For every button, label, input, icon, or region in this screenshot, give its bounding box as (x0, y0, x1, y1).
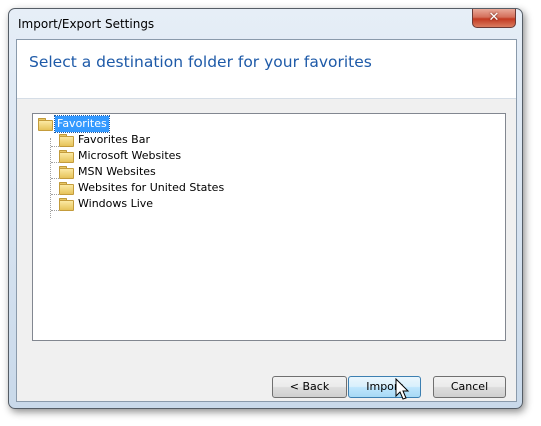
tree-connector (51, 194, 59, 195)
folder-icon (59, 166, 74, 179)
cancel-button[interactable]: Cancel (433, 376, 506, 398)
dialog-window: Import/Export Settings ✕ Select a destin… (8, 8, 523, 409)
tree-connector (51, 178, 59, 179)
folder-icon (59, 198, 74, 211)
mouse-pointer-icon (395, 378, 410, 400)
tree-connector (51, 146, 59, 147)
page-title: Select a destination folder for your fav… (29, 53, 372, 71)
title-bar[interactable]: Import/Export Settings ✕ (9, 9, 522, 39)
folder-tree[interactable]: Favorites Favorites Bar Microsoft Websit… (32, 113, 506, 341)
close-button[interactable]: ✕ (472, 9, 516, 28)
tree-connector (51, 162, 59, 163)
tree-item-label: Windows Live (78, 197, 154, 210)
back-button[interactable]: < Back (272, 376, 347, 398)
tree-item-label: MSN Websites (78, 165, 156, 178)
tree-item-label: Favorites Bar (78, 133, 150, 146)
folder-icon (59, 182, 74, 195)
folder-icon (59, 134, 74, 147)
tree-item-label: Favorites (54, 115, 110, 133)
window-title: Import/Export Settings (18, 17, 155, 31)
tree-item-label: Websites for United States (78, 181, 225, 194)
tree-item-label: Microsoft Websites (78, 149, 182, 162)
folder-icon (38, 118, 53, 131)
header-band: Select a destination folder for your fav… (17, 40, 516, 99)
folder-icon (59, 150, 74, 163)
close-icon: ✕ (488, 10, 500, 25)
dialog-content: Select a destination folder for your fav… (16, 39, 517, 402)
tree-connector (51, 210, 59, 211)
